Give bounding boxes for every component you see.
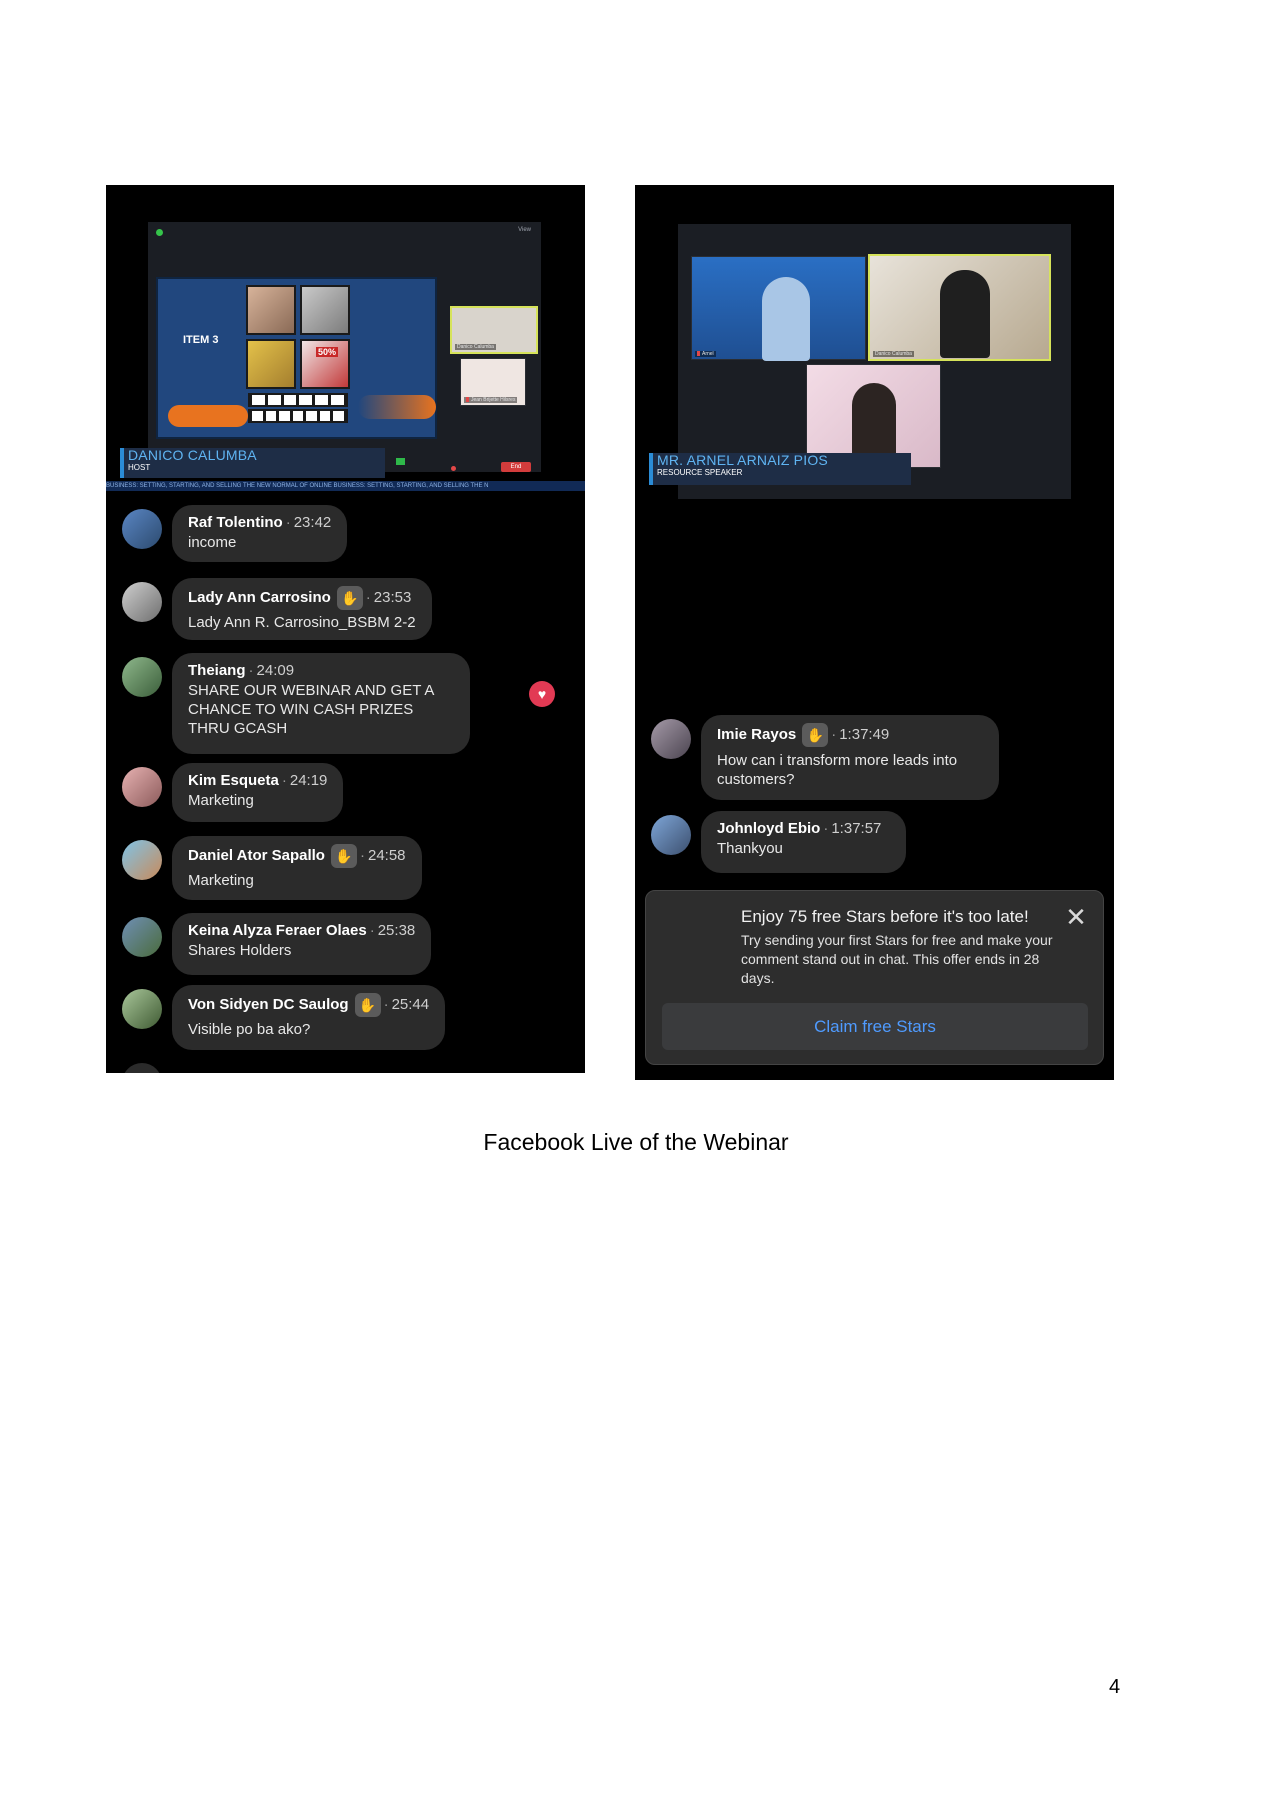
host-name: DANICO CALUMBA <box>128 447 257 463</box>
commenter-name[interactable]: Kim Esqueta <box>188 772 279 789</box>
slide-photo <box>246 285 296 335</box>
slide-photo <box>300 285 350 335</box>
commenter-name[interactable]: Daniel Ator Sapallo <box>188 847 325 864</box>
participant-name: Danico Calumba <box>455 344 496 350</box>
view-button[interactable]: View <box>518 227 531 233</box>
promo-title: Enjoy 75 free Stars before it's too late… <box>741 907 1029 926</box>
news-ticker: BUSINESS: SETTING, STARTING, AND SELLING… <box>106 481 585 491</box>
commenter-name[interactable]: Lady Ann Carrosino <box>188 589 331 606</box>
muted-mic-icon <box>466 397 469 403</box>
comment-time: 24:19 <box>289 772 328 789</box>
comment-time: 24:09 <box>256 662 295 679</box>
top-fan-badge-icon: ✋ <box>336 586 363 610</box>
participant-name: Jean Brijette Hilsres <box>464 397 518 403</box>
comment-time: 23:53 <box>373 588 412 606</box>
figure-caption: Facebook Live of the Webinar <box>483 1129 789 1155</box>
muted-mic-icon <box>697 351 700 357</box>
lower-third-host: DANICO CALUMBA HOST <box>120 448 385 478</box>
shared-slide: ITEM 3 50% <box>156 277 437 439</box>
avatar <box>122 1063 162 1073</box>
comment-text: Marketing <box>188 792 254 809</box>
commenter-name[interactable]: Johnloyd Ebio <box>717 820 820 837</box>
slide-decoration <box>358 395 436 419</box>
avatar[interactable] <box>122 917 162 957</box>
security-icon <box>156 229 163 236</box>
comment-bubble[interactable]: Daniel Ator Sapallo ✋ · 24:58 Marketing <box>172 836 422 900</box>
avatar[interactable] <box>122 840 162 880</box>
comment-time: 25:44 <box>391 995 430 1013</box>
stars-promo-card: Enjoy 75 free Stars before it's too late… <box>645 890 1104 1065</box>
comment-text: SHARE OUR WEBINAR AND GET A CHANCE TO WI… <box>188 682 434 737</box>
avatar[interactable] <box>122 767 162 807</box>
comment-text: Visible po ba ako? <box>188 1021 311 1038</box>
comment-time: 25:38 <box>377 922 416 939</box>
comment-time: 24:58 <box>367 846 406 864</box>
comment-bubble[interactable]: Keina Alyza Feraer Olaes · 25:38 Shares Ho… <box>172 913 432 975</box>
participant-tile[interactable]: Danico Calumba <box>450 306 538 354</box>
avatar[interactable] <box>122 989 162 1029</box>
participant-video <box>762 277 810 361</box>
commenter-name[interactable]: Raf Tolentino <box>188 514 283 531</box>
slide-title: ITEM 3 <box>183 334 219 346</box>
comment-text: Lady Ann R. Carrosino_BSBM 2-2 <box>188 614 416 631</box>
commenter-name[interactable]: Imie Rayos <box>717 726 796 743</box>
participant-tile[interactable]: Arnel <box>691 256 866 361</box>
comment-time: 1:37:49 <box>839 725 890 743</box>
close-icon[interactable]: ✕ <box>1063 904 1089 931</box>
participant-video <box>940 270 990 358</box>
end-button[interactable]: End <box>501 462 531 472</box>
participant-name: Arnel <box>695 351 716 357</box>
comment-time: 1:37:57 <box>831 820 882 837</box>
heart-reaction-icon[interactable]: ♥ <box>529 681 555 707</box>
comment-bubble[interactable]: Johnloyd Ebio · 1:37:57 Thankyou <box>701 811 906 873</box>
commenter-name[interactable]: Theiang <box>188 662 246 679</box>
top-fan-badge-icon: ✋ <box>354 993 381 1017</box>
avatar[interactable] <box>122 582 162 622</box>
comment-bubble[interactable]: Theiang · 24:09 SHARE OUR WEBINAR AND GET … <box>172 653 470 754</box>
slide-keys <box>248 409 348 423</box>
comment-bubble[interactable]: Imie Rayos ✋ · 1:37:49 How can i transform … <box>701 715 999 800</box>
avatar[interactable] <box>122 509 162 549</box>
comment-text: income <box>188 534 237 551</box>
top-fan-badge-icon: ✋ <box>330 844 357 868</box>
left-screenshot: View ITEM 3 50% Danico Calumba Jean Brij… <box>106 185 585 1073</box>
sale-tag: 50% <box>316 347 339 357</box>
comment-time: 23:42 <box>293 514 332 531</box>
lower-third-speaker: MR. ARNEL ARNAIZ PIOS RESOURCE SPEAKER <box>649 453 911 485</box>
zoom-meeting-view: View ITEM 3 50% Danico Calumba Jean Brij… <box>148 222 541 472</box>
comment-bubble[interactable]: Von Sidyen DC Saulog ✋ · 25:44 Visible po b… <box>172 985 446 1050</box>
commenter-name[interactable]: Keina Alyza Feraer Olaes <box>188 922 367 939</box>
avatar[interactable] <box>651 815 691 855</box>
speaker-role: RESOURCE SPEAKER <box>657 468 743 477</box>
top-fan-badge-icon: ✋ <box>802 723 829 747</box>
comment-bubble[interactable]: Raf Tolentino · 23:42 income <box>172 505 348 562</box>
page-number: 4 <box>1109 1676 1121 1698</box>
comment-text: Marketing <box>188 872 254 889</box>
avatar[interactable] <box>122 657 162 697</box>
host-role: HOST <box>128 463 151 472</box>
slide-photo <box>246 339 296 389</box>
promo-body: Try sending your first Stars for free an… <box>741 932 1053 986</box>
comment-bubble[interactable]: Lady Ann Carrosino ✋ · 23:53 Lady Ann R. Ca… <box>172 578 432 640</box>
participant-tile[interactable]: Jean Brijette Hilsres <box>460 358 526 406</box>
comment-text: Thankyou <box>717 840 783 857</box>
speaker-name: MR. ARNEL ARNAIZ PIOS <box>657 452 828 468</box>
comment-text: Shares Holders <box>188 942 292 959</box>
slide-keys <box>248 393 348 407</box>
comment-bubble[interactable]: Kim Esqueta · 24:19 Marketing <box>172 763 344 822</box>
participants-icon[interactable] <box>396 458 405 465</box>
comment-text: How can i transform more leads into cust… <box>717 752 958 788</box>
avatar[interactable] <box>651 719 691 759</box>
slide-decoration <box>168 405 248 427</box>
participant-name: Danico Calumba <box>873 351 914 357</box>
claim-free-stars-button[interactable]: Claim free Stars <box>662 1003 1088 1050</box>
commenter-name[interactable]: Von Sidyen DC Saulog <box>188 996 349 1013</box>
notification-dot-icon <box>451 466 456 471</box>
right-screenshot: Arnel Danico Calumba MR. ARNEL ARNAIZ PI… <box>635 185 1114 1080</box>
participant-tile[interactable]: Danico Calumba <box>868 254 1051 361</box>
